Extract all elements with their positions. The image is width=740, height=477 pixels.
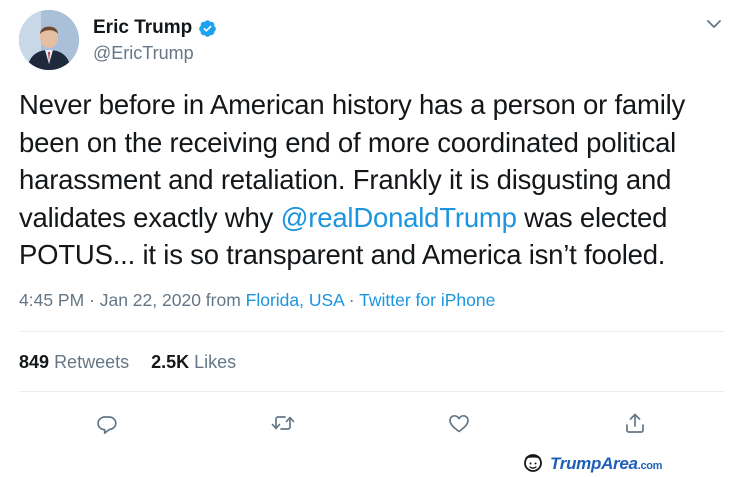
verified-badge-icon (198, 19, 217, 38)
timestamp[interactable]: 4:45 PM · Jan 22, 2020 from (19, 290, 246, 310)
retweets-stat[interactable]: 849 Retweets (19, 352, 129, 372)
retweets-label: Retweets (54, 352, 130, 372)
tweet-card: Eric Trump @EricTrump Never before in Am… (0, 0, 740, 452)
location-link[interactable]: Florida, USA (246, 290, 344, 310)
retweet-icon[interactable] (268, 408, 298, 438)
watermark-suffix: .com (637, 460, 663, 472)
meta-separator: · (343, 290, 360, 310)
author-name-row[interactable]: Eric Trump (93, 17, 217, 39)
likes-stat[interactable]: 2.5K Likes (151, 352, 236, 372)
like-icon[interactable] (444, 408, 474, 438)
tweet-stats: 849 Retweets 2.5K Likes (19, 351, 236, 373)
likes-count: 2.5K (151, 352, 190, 372)
avatar[interactable] (19, 10, 79, 70)
author-handle[interactable]: @EricTrump (93, 42, 194, 64)
tweet-text: Never before in American history has a p… (19, 86, 734, 274)
tweet-meta: 4:45 PM · Jan 22, 2020 from Florida, USA… (19, 289, 495, 311)
watermark-text: TrumpArea.com (550, 454, 662, 474)
chevron-down-icon[interactable] (704, 14, 724, 34)
divider (19, 391, 724, 392)
watermark-logo-icon (522, 451, 544, 477)
watermark-brand: TrumpArea (550, 454, 638, 473)
divider (19, 331, 724, 332)
site-watermark: TrumpArea.com (522, 453, 662, 475)
share-icon[interactable] (620, 408, 650, 438)
likes-label: Likes (194, 352, 237, 372)
retweets-count: 849 (19, 352, 50, 372)
reply-icon[interactable] (92, 408, 122, 438)
display-name[interactable]: Eric Trump (93, 17, 192, 39)
mention-link[interactable]: @realDonaldTrump (281, 202, 517, 233)
source-link[interactable]: Twitter for iPhone (359, 290, 495, 310)
